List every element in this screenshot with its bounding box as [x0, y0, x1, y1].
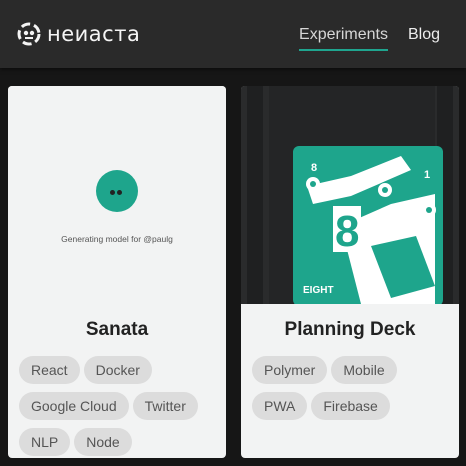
card-name: EIGHT	[303, 285, 334, 296]
main-nav: Experiments Blog	[299, 25, 440, 51]
tag: React	[19, 356, 80, 384]
tag-list: Polymer Mobile PWA Firebase	[252, 356, 452, 428]
card-value-small: 8	[311, 162, 317, 174]
tag: Twitter	[132, 392, 198, 420]
tag: Node	[74, 428, 132, 456]
nav-experiments-link[interactable]: Experiments	[299, 25, 388, 51]
logo[interactable]: неиаста	[16, 21, 140, 47]
card-value-large: 8	[335, 207, 359, 256]
loading-indicator: Generating model for @paulg	[8, 170, 226, 245]
project-card-sanata[interactable]: Generating model for @paulg Sanata React…	[8, 86, 226, 458]
card-media: 8 13 1 8 EIGHT	[241, 86, 459, 304]
card-media: Generating model for @paulg	[8, 86, 226, 304]
status-text: Generating model for @paulg	[61, 234, 173, 244]
card-title: Sanata	[85, 319, 149, 340]
loading-spinner-icon	[96, 170, 138, 212]
tag: Firebase	[311, 392, 390, 420]
playing-cards-illustration: 8 13 1 8 EIGHT	[241, 86, 459, 304]
tag: PWA	[252, 392, 308, 420]
site-header: неиаста Experiments Blog	[0, 0, 466, 68]
tag: Mobile	[331, 356, 397, 384]
logo-mark-icon	[17, 22, 41, 46]
card-value-third: 1	[424, 169, 430, 181]
tag: NLP	[19, 428, 71, 456]
tag-list: React Docker Google Cloud Twitter NLP Node	[19, 356, 219, 458]
tag: Docker	[83, 356, 152, 384]
tag: Polymer	[252, 356, 328, 384]
nav-blog-link[interactable]: Blog	[408, 25, 440, 45]
page: неиаста Experiments Blog Generating mode…	[0, 0, 466, 466]
card-title: Planning Deck	[284, 319, 416, 340]
project-card-planning-deck[interactable]: 8 13 1 8 EIGHT Planning Deck Polymer Mobi…	[241, 86, 459, 458]
logo-text: неиаста	[47, 22, 141, 46]
card-value-second: 13	[381, 165, 393, 177]
tag: Google Cloud	[19, 392, 129, 420]
